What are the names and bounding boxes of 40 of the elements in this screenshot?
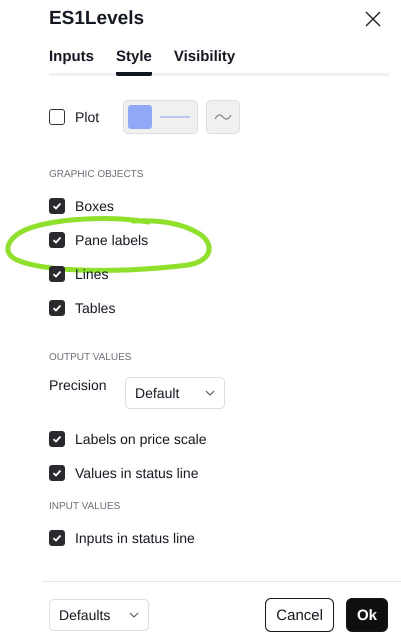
checkbox[interactable]	[49, 530, 65, 546]
checkbox[interactable]	[49, 109, 65, 125]
field-label: Precision	[49, 377, 108, 393]
tab[interactable]: Visibility	[174, 48, 236, 76]
chevron-down-icon	[129, 612, 139, 618]
check-icon	[51, 234, 63, 246]
checkbox[interactable]	[49, 300, 65, 316]
checkbox-label: Pane labels	[75, 232, 148, 248]
chevron-down-icon	[205, 390, 215, 396]
close-icon[interactable]	[365, 11, 381, 27]
defaults-dropdown[interactable]: Defaults	[49, 599, 149, 631]
checkbox[interactable]	[49, 465, 65, 481]
checkbox-label: Tables	[75, 300, 116, 316]
check-icon	[51, 467, 63, 479]
section-heading: GRAPHIC OBJECTS	[49, 169, 144, 180]
checkbox-label: Values in status line	[75, 465, 198, 481]
tab[interactable]: Style	[116, 48, 152, 76]
wave-icon	[214, 112, 232, 122]
cancel-button[interactable]: Cancel	[265, 598, 334, 632]
section-heading: OUTPUT VALUES	[49, 352, 132, 363]
section-heading: INPUT VALUES	[49, 501, 122, 512]
check-icon	[51, 433, 63, 445]
checkbox-label: Boxes	[75, 198, 114, 214]
checkbox-label: Plot	[75, 109, 100, 125]
check-icon	[51, 268, 63, 280]
check-icon	[51, 302, 63, 314]
color-swatch	[128, 105, 152, 129]
checkbox[interactable]	[49, 431, 65, 447]
ok-button[interactable]: Ok	[346, 598, 388, 632]
checkbox[interactable]	[49, 232, 65, 248]
tab[interactable]: Inputs	[49, 48, 94, 76]
checkbox[interactable]	[49, 266, 65, 282]
line-icon	[160, 115, 190, 119]
precision-dropdown[interactable]: Default	[125, 377, 225, 409]
check-icon	[51, 200, 63, 212]
checkbox-label: Inputs in status line	[75, 530, 195, 546]
checkbox-label: Labels on price scale	[75, 431, 207, 447]
check-icon	[51, 532, 63, 544]
dialog-title: ES1Levels	[49, 8, 144, 30]
checkbox[interactable]	[49, 198, 65, 214]
